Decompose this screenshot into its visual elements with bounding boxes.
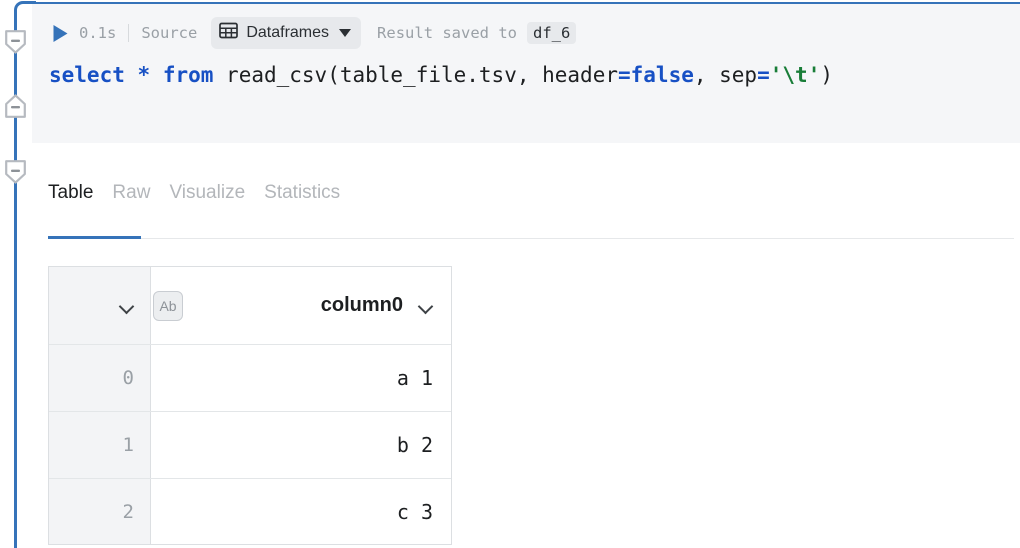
sql-code-line[interactable]: select * from read_csv(table_file.tsv, h… (49, 60, 833, 90)
cell-toolbar: 0.1s Source Dataframes Result saved to d… (49, 17, 577, 49)
table-row[interactable]: 0 a 1 (49, 344, 451, 411)
result-variable-badge[interactable]: df_6 (527, 22, 577, 44)
table-grid-icon (219, 21, 239, 45)
tab-statistics[interactable]: Statistics (264, 182, 359, 220)
active-tab-underline (48, 236, 141, 239)
cell-value: c 3 (396, 499, 433, 524)
index-header-cell[interactable] (49, 267, 151, 344)
table-header-row: Ab column0 (49, 267, 451, 344)
result-tabs: Table Raw Visualize Statistics (48, 182, 359, 220)
result-saved-label: Result saved to (377, 24, 518, 42)
editor-gutter (0, 0, 36, 548)
tabs-baseline (48, 238, 1014, 239)
result-table: Ab column0 0 a 1 1 b 2 2 c 3 (48, 266, 452, 545)
tab-raw[interactable]: Raw (112, 182, 169, 220)
gutter-line (14, 12, 17, 548)
row-value-cell[interactable]: a 1 (151, 345, 451, 411)
chevron-down-icon (339, 29, 352, 37)
column0-header-cell[interactable]: Ab column0 (151, 267, 451, 344)
row-value-cell[interactable]: c 3 (151, 479, 451, 545)
row-index-label: 2 (122, 500, 134, 523)
toolbar-divider (128, 24, 130, 42)
fold-marker-1[interactable] (5, 30, 26, 54)
chevron-down-icon[interactable] (419, 301, 433, 310)
table-row[interactable]: 1 b 2 (49, 411, 451, 478)
row-index-label: 0 (122, 367, 134, 389)
cell-value: b 2 (396, 433, 433, 457)
row-index-cell: 1 (49, 412, 151, 478)
notebook-cell-view: 0.1s Source Dataframes Result saved to d… (0, 0, 1020, 548)
table-row[interactable]: 2 c 3 (49, 478, 451, 545)
tab-visualize[interactable]: Visualize (169, 182, 264, 220)
sql-cell: 0.1s Source Dataframes Result saved to d… (32, 2, 1020, 143)
run-play-icon[interactable] (49, 22, 71, 44)
row-value-cell[interactable]: b 2 (151, 412, 451, 478)
chevron-down-icon[interactable] (120, 301, 134, 310)
source-button[interactable]: Source (141, 24, 197, 42)
fold-marker-3[interactable] (5, 160, 26, 184)
row-index-label: 1 (122, 434, 134, 456)
execution-time: 0.1s (79, 24, 117, 42)
column0-header-label: column0 (320, 294, 403, 316)
row-index-cell: 0 (49, 345, 151, 411)
row-index-cell: 2 (49, 479, 151, 545)
dataframes-dropdown[interactable]: Dataframes (211, 17, 362, 49)
column-type-badge: Ab (153, 290, 183, 321)
dataframes-label: Dataframes (246, 24, 330, 41)
fold-marker-2[interactable] (5, 94, 26, 118)
tab-table[interactable]: Table (48, 182, 112, 220)
cell-value: a 1 (396, 366, 433, 390)
